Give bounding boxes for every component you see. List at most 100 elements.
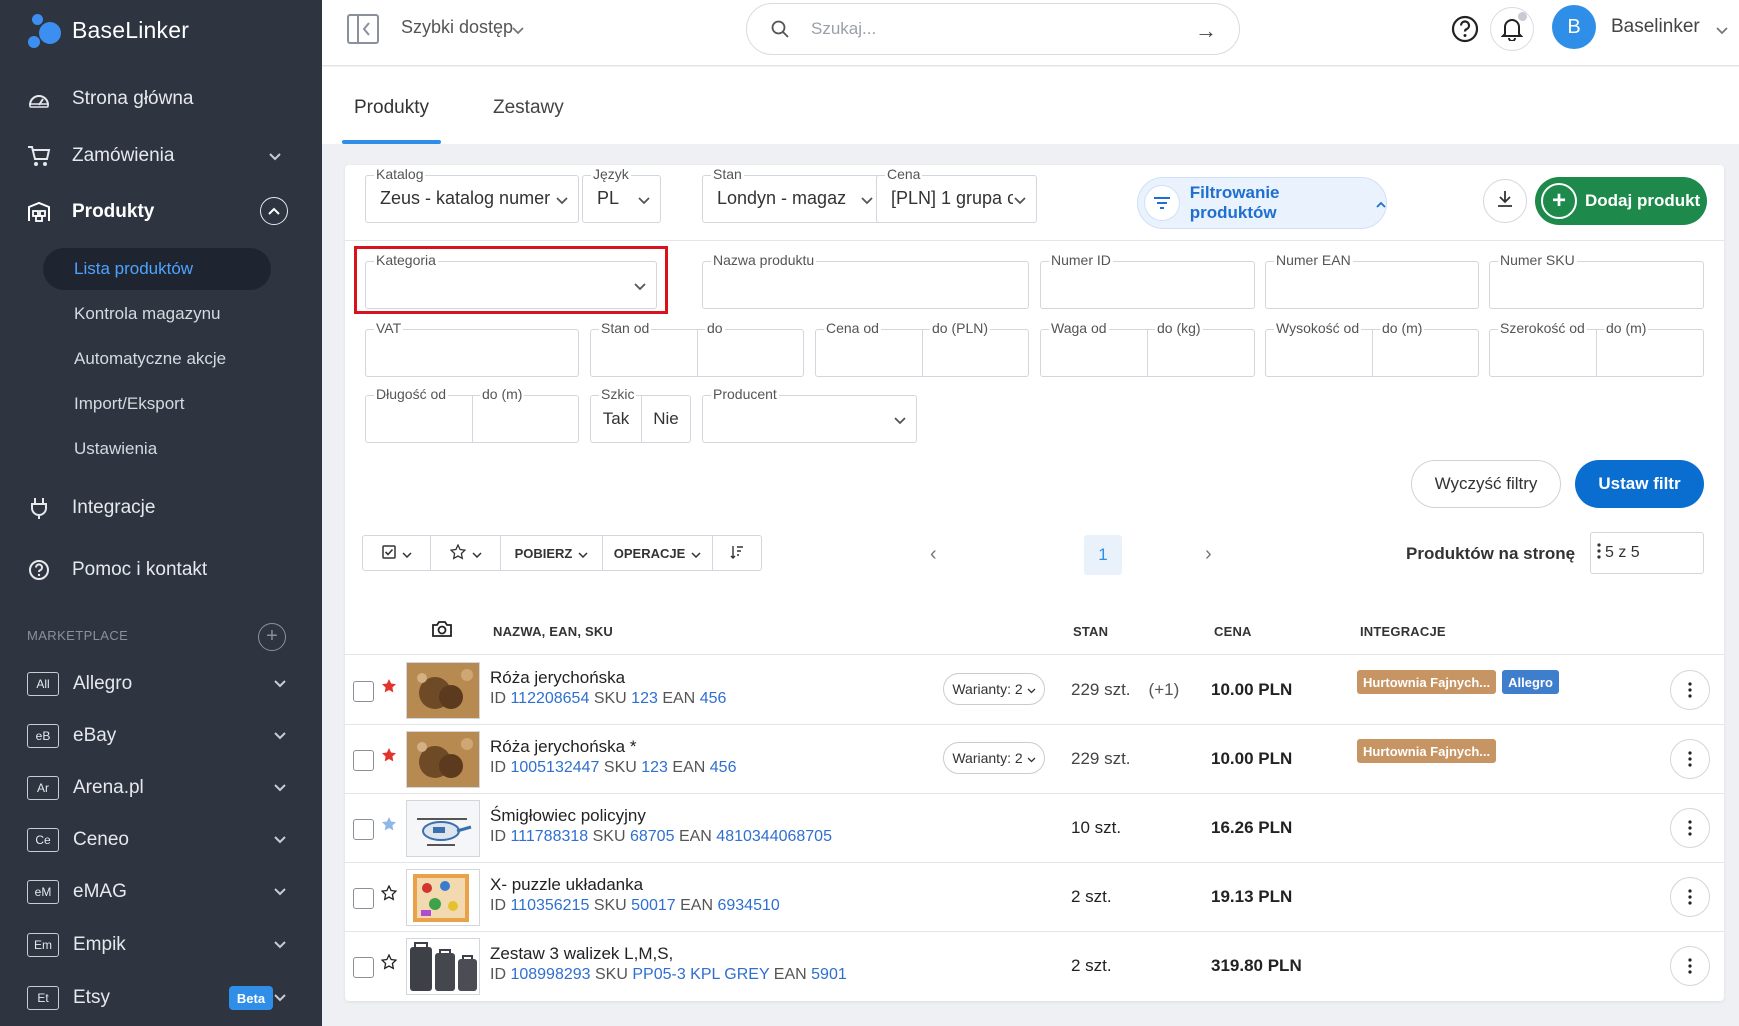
pobierz-button[interactable]: POBIERZ <box>501 536 603 570</box>
product-sku-link[interactable]: PP05-3 KPL GREY <box>632 966 769 983</box>
marketplace-ceneo[interactable]: Ce Ceneo <box>27 820 287 860</box>
product-sku-link[interactable]: 50017 <box>631 897 676 914</box>
numer-ean-field[interactable]: Numer EAN <box>1265 252 1479 309</box>
tab-zestawy[interactable]: Zestawy <box>493 97 564 119</box>
integration-badge-allegro[interactable]: Allegro <box>1502 670 1559 694</box>
product-name[interactable]: Zestaw 3 walizek L,M,S, <box>490 944 673 964</box>
numer-sku-field[interactable]: Numer SKU <box>1489 252 1704 309</box>
product-sku-link[interactable]: 123 <box>631 690 658 707</box>
subnav-automatyczne-akcje[interactable]: Automatyczne akcje <box>43 338 271 380</box>
row-checkbox[interactable] <box>353 819 374 840</box>
cena-select[interactable]: Cena [PLN] 1 grupa ce <box>876 166 1037 223</box>
row-checkbox[interactable] <box>353 750 374 771</box>
nav-strona-glowna[interactable]: Strona główna <box>26 79 286 119</box>
product-name[interactable]: X- puzzle układanka <box>490 875 643 895</box>
integration-badge-hurtownia[interactable]: Hurtownia Fajnych... <box>1357 670 1497 694</box>
product-thumbnail[interactable] <box>406 938 480 995</box>
marketplace-allegro[interactable]: All Allegro <box>27 664 287 704</box>
product-ean-link[interactable]: 6934510 <box>717 897 779 914</box>
row-checkbox[interactable] <box>353 888 374 909</box>
sort-button[interactable] <box>713 536 761 570</box>
stan-select[interactable]: Stan Londyn - magaz <box>702 166 884 223</box>
subnav-kontrola-magazynu[interactable]: Kontrola magazynu <box>43 293 271 335</box>
product-ean-link[interactable]: 456 <box>700 690 727 707</box>
more-actions-icon[interactable] <box>1670 877 1710 917</box>
nav-integracje[interactable]: Integracje <box>26 488 286 528</box>
szkic-nie-option[interactable]: Nie <box>641 396 691 442</box>
more-actions-icon[interactable] <box>1670 670 1710 710</box>
marketplace-ebay[interactable]: eB eBay <box>27 716 287 756</box>
vat-field[interactable]: VAT <box>365 320 579 377</box>
quick-access-label[interactable]: Szybki dostęp <box>401 17 513 38</box>
nav-produkty[interactable]: Produkty <box>26 192 288 232</box>
chevron-left-icon[interactable]: ‹ <box>930 543 937 566</box>
sidebar-toggle-icon[interactable] <box>347 14 379 44</box>
dlugosc-range-field[interactable]: Długość od do (m) <box>365 386 579 443</box>
product-thumbnail[interactable] <box>406 731 480 788</box>
row-checkbox[interactable] <box>353 681 374 702</box>
arrow-right-icon[interactable]: → <box>1195 18 1217 44</box>
user-name[interactable]: Baselinker <box>1611 16 1700 38</box>
chevron-down-icon[interactable] <box>512 22 524 40</box>
product-name[interactable]: Śmigłowiec policyjny <box>490 806 646 826</box>
product-ean-link[interactable]: 5901 <box>811 966 847 983</box>
select-menu-button[interactable] <box>363 536 431 570</box>
marketplace-emag[interactable]: eM eMAG <box>27 872 287 912</box>
col-header-cena[interactable]: CENA <box>1214 624 1252 639</box>
chevron-down-icon[interactable] <box>1716 22 1728 40</box>
add-marketplace-icon[interactable]: + <box>258 623 286 651</box>
product-ean-link[interactable]: 456 <box>710 759 737 776</box>
stan-range-field[interactable]: Stan od do <box>590 320 804 377</box>
favorite-menu-button[interactable] <box>431 536 501 570</box>
product-name[interactable]: Róża jerychońska <box>490 668 625 688</box>
operacje-button[interactable]: OPERACJE <box>603 536 713 570</box>
variants-button[interactable]: Warianty: 2 <box>943 742 1045 774</box>
nazwa-produktu-field[interactable]: Nazwa produktu <box>702 252 1029 309</box>
producent-select[interactable]: Producent <box>702 386 917 443</box>
per-page-select[interactable]: 5 z 5 <box>1590 532 1704 574</box>
star-outline-icon[interactable] <box>380 884 398 906</box>
wysokosc-range-field[interactable]: Wysokość od do (m) <box>1265 320 1479 377</box>
clear-filters-button[interactable]: Wyczyść filtry <box>1411 460 1561 508</box>
table-row[interactable]: Róża jerychońska ID 112208654 SKU 123 EA… <box>345 656 1724 725</box>
product-thumbnail[interactable] <box>406 800 480 857</box>
marketplace-arena[interactable]: Ar Arena.pl <box>27 768 287 808</box>
more-actions-icon[interactable] <box>1670 946 1710 986</box>
szerokosc-range-field[interactable]: Szerokość od do (m) <box>1489 320 1704 377</box>
table-row[interactable]: Śmigłowiec policyjny ID 111788318 SKU 68… <box>345 794 1724 863</box>
variants-button[interactable]: Warianty: 2 <box>943 673 1045 705</box>
katalog-select[interactable]: Katalog Zeus - katalog numer 1 <box>365 166 579 223</box>
chevron-right-icon[interactable]: › <box>1205 543 1212 566</box>
notifications-bell-icon[interactable] <box>1490 7 1534 51</box>
cena-range-field[interactable]: Cena od do (PLN) <box>815 320 1029 377</box>
nav-zamowienia[interactable]: Zamówienia <box>26 136 286 176</box>
numer-id-field[interactable]: Numer ID <box>1040 252 1255 309</box>
waga-range-field[interactable]: Waga od do (kg) <box>1040 320 1255 377</box>
product-id-link[interactable]: 110356215 <box>510 897 589 914</box>
star-filled-icon[interactable] <box>381 816 397 837</box>
star-filled-icon[interactable] <box>381 678 397 699</box>
chevron-up-icon[interactable] <box>260 197 288 225</box>
page-number[interactable]: 1 <box>1084 535 1122 575</box>
apply-filter-button[interactable]: Ustaw filtr <box>1575 460 1704 508</box>
help-icon[interactable] <box>1450 14 1480 44</box>
product-id-link[interactable]: 1005132447 <box>510 759 599 776</box>
star-filled-icon[interactable] <box>381 747 397 768</box>
star-outline-icon[interactable] <box>380 953 398 975</box>
avatar[interactable]: B <box>1552 5 1596 49</box>
szkic-tak-option[interactable]: Tak <box>591 396 641 442</box>
col-header-name[interactable]: NAZWA, EAN, SKU <box>493 624 613 639</box>
subnav-lista-produktow[interactable]: Lista produktów <box>43 248 271 290</box>
table-row[interactable]: X- puzzle układanka ID 110356215 SKU 500… <box>345 863 1724 932</box>
product-id-link[interactable]: 112208654 <box>510 690 589 707</box>
product-sku-link[interactable]: 123 <box>641 759 668 776</box>
marketplace-empik[interactable]: Em Empik <box>27 925 287 965</box>
more-actions-icon[interactable] <box>1670 739 1710 779</box>
product-name[interactable]: Róża jerychońska * <box>490 737 636 757</box>
table-row[interactable]: Zestaw 3 walizek L,M,S, ID 108998293 SKU… <box>345 932 1724 1001</box>
download-button[interactable] <box>1483 179 1527 223</box>
col-header-stan[interactable]: STAN <box>1073 624 1108 639</box>
nav-pomoc-i-kontakt[interactable]: Pomoc i kontakt <box>26 550 286 590</box>
marketplace-etsy[interactable]: Et Etsy Beta <box>27 978 287 1018</box>
product-id-link[interactable]: 108998293 <box>510 966 590 983</box>
